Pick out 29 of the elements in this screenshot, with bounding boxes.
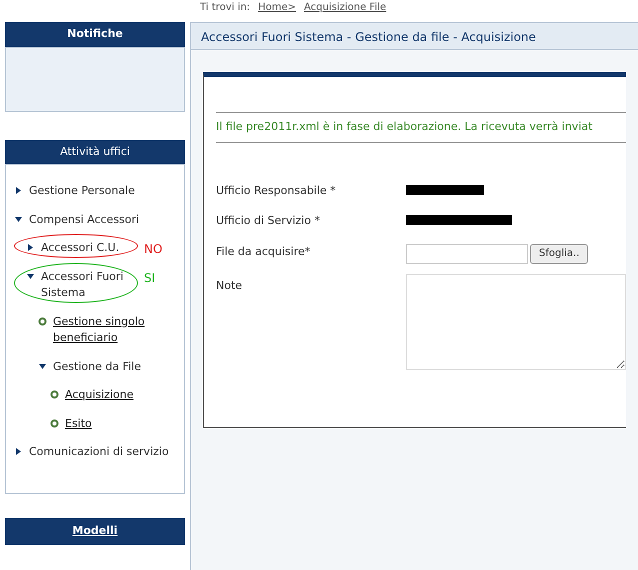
menu-item[interactable]: Compensi Accessori: [29, 212, 169, 228]
field-label: Ufficio Responsabile *: [216, 182, 337, 198]
status-message: Il file pre2011r.xml è in fase di elaborazione. La ricevuta verrà inviat: [216, 112, 626, 142]
panel-header: Notifiche: [5, 22, 185, 46]
annotation-text: NO: [144, 241, 162, 258]
menu-item[interactable]: Gestione Personale: [29, 183, 169, 200]
notes-field[interactable]: [406, 274, 626, 370]
field-label: Note: [216, 278, 244, 294]
breadcrumb-link[interactable]: Acquisizione File: [304, 0, 386, 15]
browse-button[interactable]: Sfoglia..: [530, 244, 588, 264]
breadcrumb-label: Ti trovi in:: [200, 1, 250, 15]
models-link[interactable]: Modelli: [5, 518, 185, 544]
menu-item[interactable]: Gestione singolo beneficiario: [53, 314, 153, 346]
menu-item[interactable]: Esito: [65, 416, 165, 432]
panel-header: Attività uffici: [5, 140, 185, 164]
circle-bullet-icon: [38, 316, 47, 326]
menu-item[interactable]: Accessori C.U.: [41, 240, 141, 256]
breadcrumb-link[interactable]: Home>: [258, 0, 296, 15]
menu-item[interactable]: Gestione da File: [53, 358, 153, 375]
field-label: File da acquisire*: [216, 244, 312, 260]
circle-bullet-icon: [50, 418, 59, 428]
circle-bullet-icon: [50, 390, 59, 399]
menu-item[interactable]: Comunicazioni di servizio: [29, 444, 169, 460]
page-title: Accessori Fuori Sistema - Gestione da file - Acquisizione: [191, 22, 638, 50]
menu-item[interactable]: Acquisizione: [65, 387, 165, 404]
file-input[interactable]: [406, 244, 528, 264]
annotation-text: SI: [144, 270, 156, 286]
menu-item[interactable]: Accessori Fuori Sistema: [41, 268, 141, 302]
field-label: Ufficio di Servizio *: [216, 213, 321, 229]
